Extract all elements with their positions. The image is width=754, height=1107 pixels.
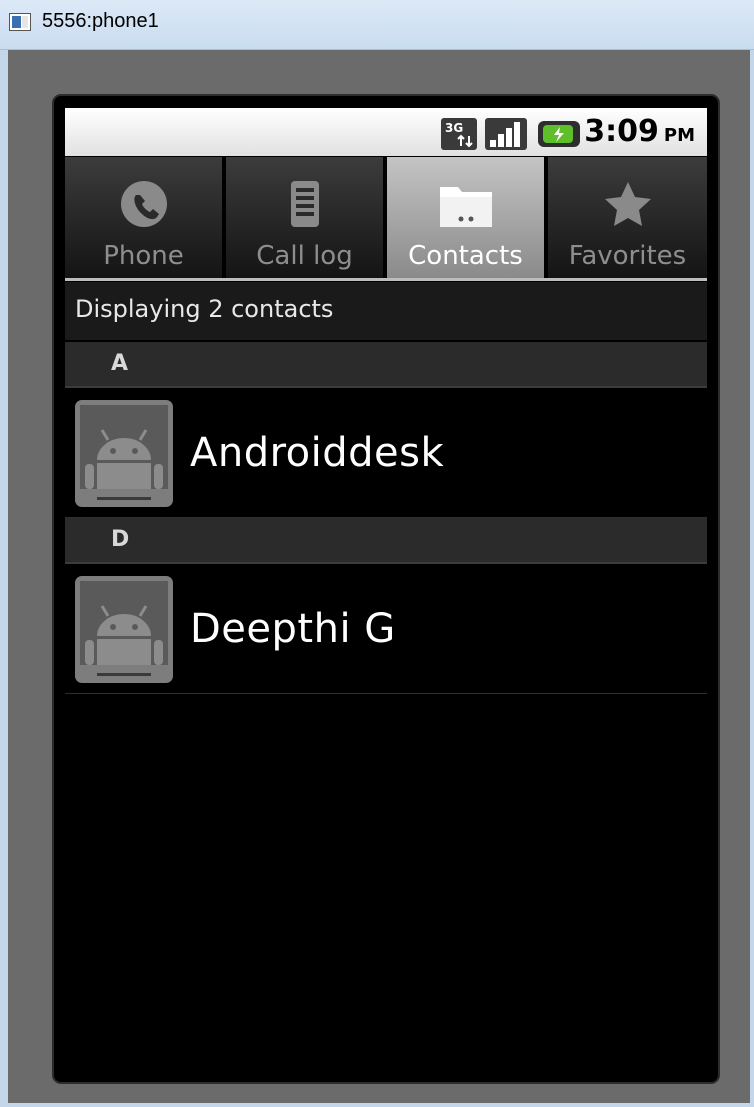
emulator-app-icon (9, 13, 31, 31)
tab-underline (65, 278, 707, 281)
contacts-folder-icon (439, 187, 492, 227)
contact-row[interactable]: Deepthi G (65, 566, 707, 694)
battery-charging-icon (538, 121, 580, 147)
star-icon (604, 182, 651, 226)
tab-label-call-log: Call log (256, 241, 353, 271)
dialer-tab-bar: Phone Call log Contacts Favorites (65, 157, 707, 281)
contacts-count-text: Displaying 2 contacts (75, 295, 334, 323)
3g-data-icon: 3G (441, 118, 477, 150)
signal-strength-icon (485, 118, 527, 150)
section-header-d: D (65, 518, 707, 564)
window-title: 5556:phone1 (42, 10, 159, 32)
contact-row[interactable]: Androiddesk (65, 390, 707, 518)
tab-label-favorites: Favorites (568, 241, 687, 271)
contact-name: Androiddesk (190, 430, 445, 476)
section-header-a: A (65, 342, 707, 388)
svg-text:3G: 3G (445, 121, 463, 135)
call-log-icon (290, 181, 319, 227)
contact-name: Deepthi G (190, 606, 396, 652)
clock-time: 3:09 (584, 114, 659, 149)
window-title-bar[interactable]: 5556:phone1 (0, 0, 754, 50)
contacts-count-header: Displaying 2 contacts (65, 282, 707, 340)
phone-icon (120, 181, 167, 227)
tab-label-contacts: Contacts (408, 241, 523, 271)
section-letter: D (111, 527, 130, 552)
tab-call-log[interactable]: Call log (226, 157, 383, 278)
status-bar[interactable]: 3G 3:09 PM (65, 108, 707, 156)
clock-ampm: PM (663, 125, 695, 146)
tab-phone[interactable]: Phone (65, 157, 222, 278)
tab-favorites[interactable]: Favorites (548, 157, 707, 278)
tab-contacts[interactable]: Contacts (387, 157, 544, 278)
tab-label-phone: Phone (103, 241, 184, 271)
contact-photo-placeholder-icon[interactable] (75, 576, 173, 683)
phone-screen: 3G 3:09 PM Phone Call log Contacts Favor… (54, 96, 718, 1082)
contact-photo-placeholder-icon[interactable] (75, 400, 173, 507)
section-letter: A (111, 351, 129, 376)
status-clock: 3:09 PM (584, 114, 695, 149)
